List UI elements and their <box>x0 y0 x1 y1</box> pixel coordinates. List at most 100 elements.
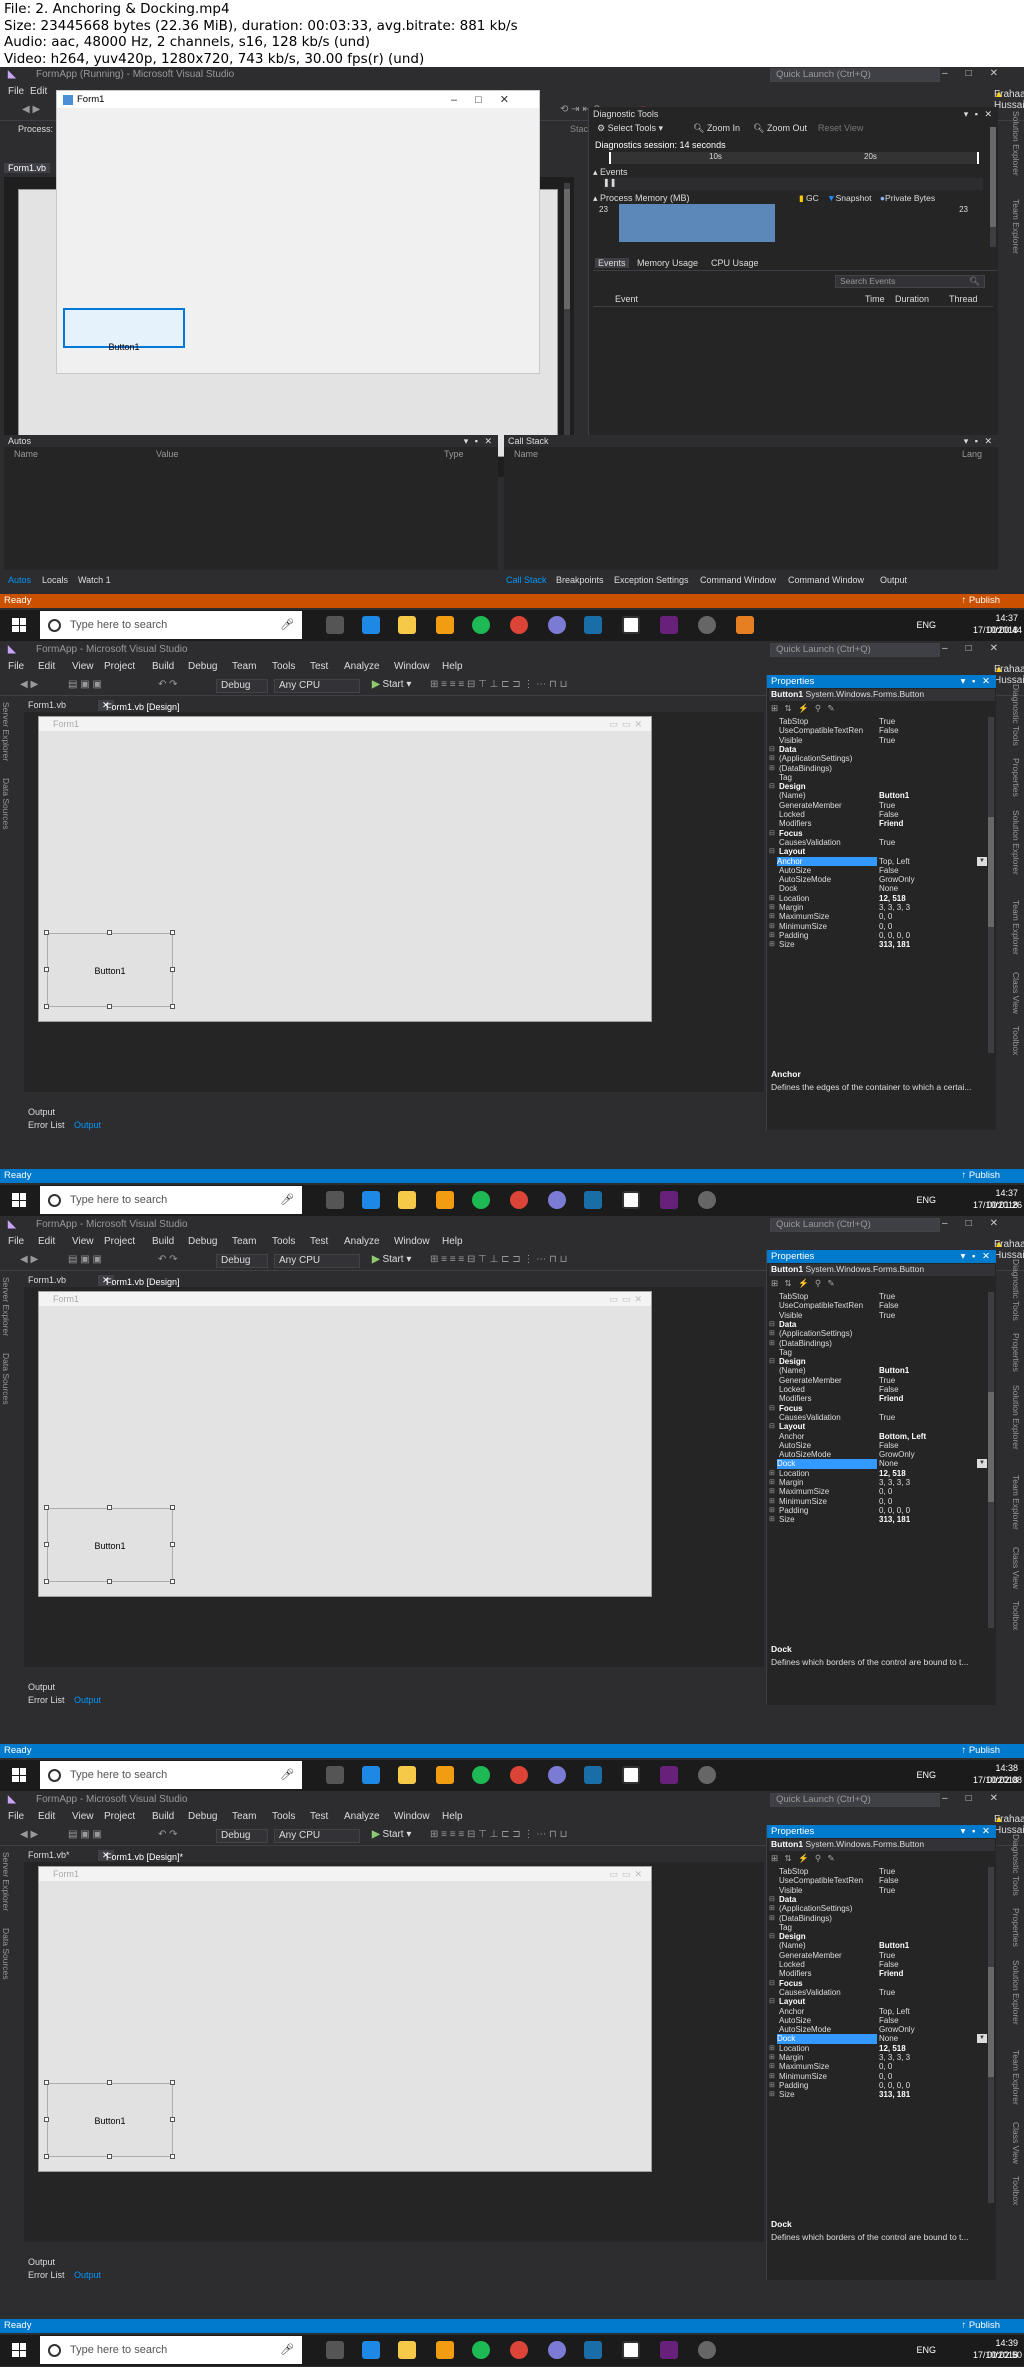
menu-edit[interactable]: Edit <box>38 1811 55 1822</box>
visual-studio-icon[interactable] <box>660 616 678 634</box>
expand-icon[interactable]: ⊟ <box>769 1979 775 1988</box>
property-value[interactable]: Friend <box>879 1969 903 1978</box>
property-row[interactable]: ⊞ Location 12, 518 <box>767 1469 991 1478</box>
menu-analyze[interactable]: Analyze <box>344 1236 380 1247</box>
property-row[interactable]: GenerateMember True <box>767 1951 991 1960</box>
property-value[interactable]: 0, 0 <box>879 922 892 931</box>
expand-icon[interactable]: ⊟ <box>769 1320 775 1329</box>
menu-help[interactable]: Help <box>442 1236 463 1247</box>
property-value[interactable]: Bottom, Left <box>879 1432 926 1441</box>
button1[interactable]: Button1 <box>47 2083 173 2157</box>
side-tab-data-sources[interactable]: Data Sources <box>1 1353 11 1405</box>
property-row[interactable]: ⊟ Design <box>767 1357 991 1366</box>
property-value[interactable]: False <box>879 1876 899 1885</box>
discord-icon[interactable] <box>548 2341 566 2359</box>
tab-error-list[interactable]: Error List <box>28 1695 65 1705</box>
property-value[interactable]: False <box>879 1301 899 1310</box>
diag-panel-controls[interactable]: ▾ ▪ ✕ <box>964 109 994 120</box>
property-value[interactable]: 313, 181 <box>879 2090 910 2099</box>
property-row[interactable]: ⊞ (ApplicationSettings) <box>767 754 991 763</box>
debug-config-select[interactable]: Debug <box>216 679 268 693</box>
property-row[interactable]: TabStop True <box>767 1292 991 1301</box>
side-tab-solution-explorer[interactable]: Solution Explorer <box>1011 810 1021 875</box>
editor-scrollbar[interactable] <box>564 183 570 461</box>
property-value[interactable]: 0, 0 <box>879 1487 892 1496</box>
property-row[interactable]: (Name) Button1 <box>767 1366 991 1375</box>
property-value[interactable]: True <box>879 1988 895 1997</box>
spotify-icon[interactable] <box>472 1191 490 1209</box>
property-value[interactable]: False <box>879 2016 899 2025</box>
callstack-col-lang[interactable]: Lang <box>962 449 982 459</box>
object-selector[interactable]: Button1 System.Windows.Forms.Button <box>769 1264 995 1276</box>
property-row[interactable]: (Name) Button1 <box>767 1941 991 1950</box>
property-row[interactable]: UseCompatibleTextRen False <box>767 726 991 735</box>
side-tab-properties[interactable]: Properties <box>1011 1333 1021 1372</box>
property-value[interactable]: False <box>879 726 899 735</box>
task-view-icon[interactable] <box>326 1191 344 1209</box>
property-row[interactable]: UseCompatibleTextRen False <box>767 1876 991 1885</box>
property-row[interactable]: ⊞ Padding 0, 0, 0, 0 <box>767 1506 991 1515</box>
autos-col-name[interactable]: Name <box>14 449 38 459</box>
tab-form1-design[interactable]: Form1.vb [Design] ✕ <box>98 700 180 712</box>
expand-icon[interactable]: ⊟ <box>769 829 775 838</box>
resize-handle[interactable] <box>107 930 112 935</box>
property-row[interactable]: ⊞ (ApplicationSettings) <box>767 1904 991 1913</box>
side-tab-toolbox[interactable]: Toolbox <box>1011 2176 1021 2205</box>
side-tab-data-sources[interactable]: Data Sources <box>1 778 11 830</box>
property-row[interactable]: ⊞ Margin 3, 3, 3, 3 <box>767 2053 991 2062</box>
property-value[interactable]: True <box>879 1867 895 1876</box>
select-tools-button[interactable]: ⚙ Select Tools ▾ <box>597 123 663 134</box>
publish-button[interactable]: ↑ Publish <box>961 594 1000 608</box>
button1[interactable]: Button1 <box>47 933 173 1007</box>
object-selector[interactable]: Button1 System.Windows.Forms.Button <box>769 689 995 701</box>
tab-exception-settings[interactable]: Exception Settings <box>614 575 689 585</box>
menu-test[interactable]: Test <box>310 1811 328 1822</box>
chrome-icon[interactable] <box>510 1191 528 1209</box>
menu-help[interactable]: Help <box>442 661 463 672</box>
timeline-ruler[interactable]: 10s 20s <box>609 152 979 164</box>
menu-build[interactable]: Build <box>152 661 174 672</box>
window-controls[interactable]: –□✕ <box>942 643 1016 654</box>
property-value[interactable]: 0, 0, 0, 0 <box>879 1506 910 1515</box>
property-value[interactable]: True <box>879 801 895 810</box>
menu-test[interactable]: Test <box>310 661 328 672</box>
resize-handle[interactable] <box>170 2154 175 2159</box>
menu-tools[interactable]: Tools <box>272 1236 295 1247</box>
expand-icon[interactable]: ⊞ <box>769 1506 775 1515</box>
property-value[interactable]: 0, 0 <box>879 2062 892 2071</box>
property-row[interactable]: ⊞ Padding 0, 0, 0, 0 <box>767 931 991 940</box>
property-value[interactable]: GrowOnly <box>879 1450 915 1459</box>
language-indicator[interactable]: ENG <box>916 1770 936 1780</box>
menu-project[interactable]: Project <box>104 661 135 672</box>
steam-icon[interactable] <box>584 2341 602 2359</box>
form1-designer[interactable]: Form1 ▭▭✕ Button1 <box>38 1291 652 1597</box>
expand-icon[interactable]: ⊟ <box>769 1404 775 1413</box>
form1-designer[interactable]: Form1 ▭▭✕ Button1 <box>38 716 652 1022</box>
mic-icon[interactable]: 🎤︎ <box>280 1186 294 1214</box>
property-value[interactable]: GrowOnly <box>879 875 915 884</box>
mic-icon[interactable]: 🎤︎ <box>280 611 294 639</box>
panel-controls[interactable]: ▾ ▪ ✕ <box>961 1251 992 1262</box>
property-row[interactable]: Dock None ▼ <box>767 1459 991 1469</box>
property-row[interactable]: ⊞ MaximumSize 0, 0 <box>767 2062 991 2071</box>
edge-icon[interactable] <box>362 1191 380 1209</box>
col-event[interactable]: Event <box>615 294 638 304</box>
spotify-icon[interactable] <box>472 616 490 634</box>
sublime-icon[interactable] <box>436 2341 454 2359</box>
app2-icon[interactable] <box>698 1191 716 1209</box>
expand-icon[interactable]: ⊞ <box>769 2062 775 2071</box>
windows-start-icon[interactable] <box>12 1768 26 1782</box>
file-explorer-icon[interactable] <box>398 616 416 634</box>
menu-debug[interactable]: Debug <box>188 1236 217 1247</box>
menu-team[interactable]: Team <box>232 1236 256 1247</box>
app3-icon[interactable] <box>736 616 754 634</box>
expand-icon[interactable]: ⊞ <box>769 903 775 912</box>
property-row[interactable]: ⊟ Focus <box>767 1979 991 1988</box>
resize-handle[interactable] <box>44 1505 49 1510</box>
property-row[interactable]: ⊟ Design <box>767 782 991 791</box>
debug-config-select[interactable]: Debug <box>216 1254 268 1268</box>
properties-toolbar[interactable]: ⊞ ⇅ ⚡ ⚲ ✎ <box>771 1853 837 1864</box>
tab-output[interactable]: Output <box>74 1695 101 1705</box>
side-tab-toolbox[interactable]: Toolbox <box>1011 1601 1021 1630</box>
expand-icon[interactable]: ⊞ <box>769 1497 775 1506</box>
